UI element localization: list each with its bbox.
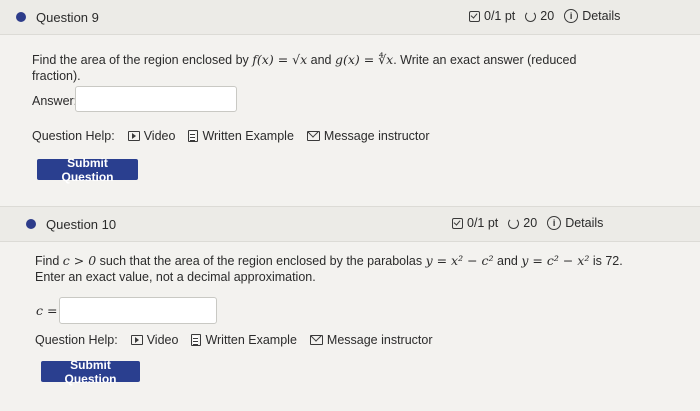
document-icon bbox=[188, 130, 199, 142]
message-instructor-link[interactable]: Message instructor bbox=[306, 129, 430, 143]
info-icon[interactable]: i bbox=[547, 216, 562, 230]
prompt-text: such that the area of the region enclose… bbox=[96, 254, 426, 268]
attempts: 20 bbox=[523, 216, 538, 230]
message-instructor-link[interactable]: Message instructor bbox=[309, 333, 433, 347]
retry-icon bbox=[525, 10, 537, 22]
math-parabola-2: y = c² − x² bbox=[521, 253, 590, 268]
checkbox-icon bbox=[452, 217, 463, 229]
score: 0/1 pt bbox=[467, 216, 499, 230]
question-9-meta: 0/1 pt 20 i Details bbox=[469, 9, 620, 23]
question-9-header: Question 9 0/1 pt 20 i Details bbox=[0, 0, 700, 35]
info-icon[interactable]: i bbox=[564, 9, 579, 23]
score: 0/1 pt bbox=[484, 9, 516, 23]
answer-label: Answer: bbox=[32, 94, 78, 108]
mail-icon bbox=[309, 335, 323, 345]
written-example-label: Written Example bbox=[202, 129, 294, 143]
c-label: c = bbox=[36, 303, 58, 318]
prompt-text: and bbox=[307, 53, 335, 67]
video-link[interactable]: Video bbox=[127, 129, 176, 143]
written-example-link[interactable]: Written Example bbox=[188, 129, 294, 143]
submit-question-button[interactable]: Submit Question bbox=[37, 156, 138, 184]
question-9-title: Question 9 bbox=[36, 10, 99, 25]
message-instructor-label: Message instructor bbox=[326, 333, 433, 347]
question-9-help: Question Help: Video Written Example Mes… bbox=[32, 129, 430, 143]
retry-icon bbox=[508, 217, 520, 229]
written-example-link[interactable]: Written Example bbox=[191, 333, 297, 347]
question-10-prompt: Find c > 0 such that the area of the reg… bbox=[35, 253, 675, 285]
attempts: 20 bbox=[540, 9, 555, 23]
prompt-text: is 72. bbox=[589, 254, 623, 268]
c-input[interactable] bbox=[59, 297, 217, 324]
video-label: Video bbox=[143, 129, 176, 143]
mail-icon bbox=[306, 131, 320, 141]
question-10-help: Question Help: Video Written Example Mes… bbox=[35, 333, 433, 347]
video-icon bbox=[127, 131, 140, 141]
prompt-text: Enter an exact value, not a decimal appr… bbox=[35, 270, 316, 284]
checkbox-icon bbox=[469, 10, 480, 22]
answer-input[interactable] bbox=[75, 86, 237, 112]
prompt-text: . Write an exact answer (reduced bbox=[393, 53, 577, 67]
math-f: f(x) = √x bbox=[252, 52, 308, 67]
details-link[interactable]: Details bbox=[565, 216, 603, 230]
video-link[interactable]: Video bbox=[130, 333, 179, 347]
math-c-condition: c > 0 bbox=[62, 253, 97, 268]
prompt-text: fraction). bbox=[32, 69, 81, 83]
bullet-icon bbox=[26, 219, 36, 229]
question-10-meta: 0/1 pt 20 i Details bbox=[452, 216, 603, 230]
prompt-text: Find bbox=[35, 254, 63, 268]
prompt-text: Find the area of the region enclosed by bbox=[32, 53, 253, 67]
video-icon bbox=[130, 335, 143, 345]
question-9-prompt: Find the area of the region enclosed by … bbox=[32, 52, 642, 84]
details-link[interactable]: Details bbox=[582, 9, 620, 23]
help-label: Question Help: bbox=[35, 333, 118, 347]
written-example-label: Written Example bbox=[205, 333, 297, 347]
document-icon bbox=[191, 334, 202, 346]
question-10-header: Question 10 0/1 pt 20 i Details bbox=[0, 206, 700, 242]
math-parabola-1: y = x² − c² bbox=[425, 253, 494, 268]
help-label: Question Help: bbox=[32, 129, 115, 143]
question-10-title: Question 10 bbox=[46, 217, 117, 232]
bullet-icon bbox=[16, 12, 26, 22]
message-instructor-label: Message instructor bbox=[323, 129, 430, 143]
math-g: g(x) = ∜x bbox=[334, 52, 394, 67]
video-label: Video bbox=[146, 333, 179, 347]
submit-question-button[interactable]: Submit Question bbox=[41, 358, 140, 386]
prompt-text: and bbox=[493, 254, 522, 268]
